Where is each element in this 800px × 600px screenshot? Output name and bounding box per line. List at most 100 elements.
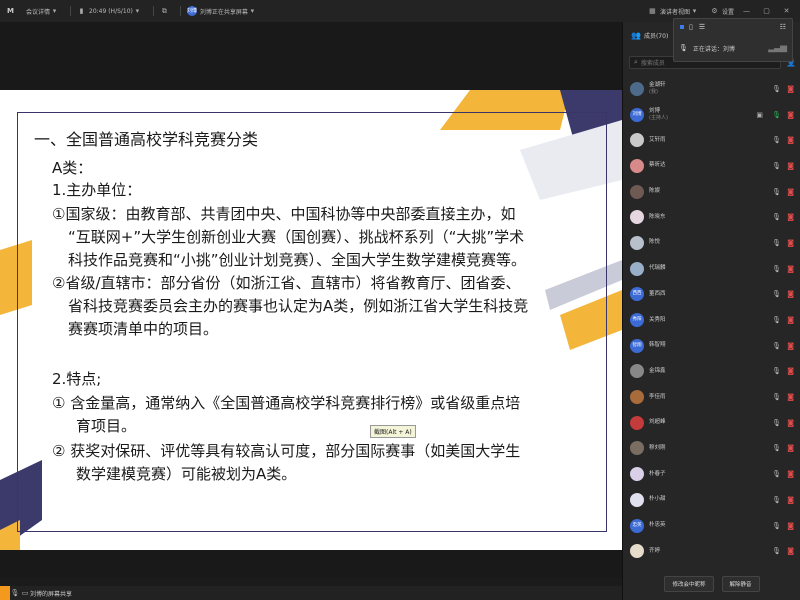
chevron-down-icon: ▾ xyxy=(135,6,140,15)
list-icon[interactable]: ☷ xyxy=(780,23,786,31)
camera-off-icon[interactable]: ◙ xyxy=(787,342,794,350)
camera-off-icon[interactable]: ◙ xyxy=(787,316,794,324)
speaker-view-button[interactable]: ▦ 演讲者视图 ▾ xyxy=(648,7,702,16)
display-icon[interactable]: ▭ xyxy=(20,589,30,597)
unmute-button[interactable]: 解除静音 xyxy=(721,576,760,592)
share-avatar: 刘博 xyxy=(186,6,197,16)
mic-muted-icon[interactable]: 🎙 xyxy=(772,136,781,144)
member-text: 李佳雨 xyxy=(649,394,666,401)
member-row[interactable]: 智翔 韩智翔 🎙 ◙ xyxy=(623,333,800,359)
mic-muted-icon[interactable]: 🎙 xyxy=(772,162,781,170)
menu-icon[interactable]: ☰ xyxy=(699,23,705,31)
camera-off-icon[interactable]: ◙ xyxy=(787,393,794,401)
phone-icon[interactable]: ▯ xyxy=(689,23,693,31)
settings-button[interactable]: ⚙ 设置 xyxy=(710,7,734,16)
avatar xyxy=(630,133,644,148)
meeting-details-button[interactable]: 会议详情 ▾ xyxy=(26,7,62,16)
camera-off-icon[interactable]: ◙ xyxy=(787,444,794,452)
camera-off-icon[interactable]: ◙ xyxy=(787,496,794,504)
close-button[interactable]: ✕ xyxy=(782,7,794,16)
camera-off-icon[interactable]: ◙ xyxy=(787,367,794,375)
member-row[interactable]: 穆刘刚 🎙 ◙ xyxy=(623,436,800,462)
member-row[interactable]: 刘博 刘博 (主持人) ▣ 🎙 ◙ xyxy=(623,102,800,128)
member-row[interactable]: 刘超峰 🎙 ◙ xyxy=(623,410,800,436)
mic-muted-icon[interactable]: 🎙 xyxy=(772,188,781,196)
mic-muted-icon[interactable]: 🎙 xyxy=(772,444,781,452)
minimize-icon: — xyxy=(743,6,750,15)
member-row[interactable]: 蔡昕达 🎙 ◙ xyxy=(623,153,800,179)
member-text: 齐婷 xyxy=(649,548,660,555)
avatar xyxy=(630,235,644,250)
mic-icon[interactable]: 🎙 xyxy=(10,589,20,597)
mic-muted-icon[interactable]: 🎙 xyxy=(772,342,781,350)
member-text: 关秀阳 xyxy=(649,317,666,324)
mic-muted-icon[interactable]: 🎙 xyxy=(772,393,781,401)
member-name: 朴忠英 xyxy=(649,522,666,529)
mic-muted-icon[interactable]: 🎙 xyxy=(772,213,781,221)
member-row[interactable]: 朴小甜 🎙 ◙ xyxy=(623,487,800,513)
member-name: 陈娱 xyxy=(649,188,661,195)
volume-bars-icon: ▂▃▅ xyxy=(768,43,787,53)
camera-off-icon[interactable]: ◙ xyxy=(787,213,794,221)
mic-muted-icon[interactable]: 🎙 xyxy=(772,470,781,478)
camera-off-icon[interactable]: ◙ xyxy=(787,419,794,427)
rename-button[interactable]: 修改会中昵称 xyxy=(664,576,714,592)
avatar: 秀阳 xyxy=(630,313,644,328)
meeting-duration[interactable]: ▮ 20:49 (H/S/10) ▾ xyxy=(77,7,145,16)
mic-muted-icon[interactable]: 🎙 xyxy=(772,265,781,273)
member-row[interactable]: 朴春子 🎙 ◙ xyxy=(623,461,800,487)
mic-muted-icon[interactable]: 🎙 xyxy=(772,367,781,375)
member-text: 刘博 (主持人) xyxy=(649,108,668,121)
member-row[interactable]: 李佳雨 🎙 ◙ xyxy=(623,384,800,410)
camera-off-icon[interactable]: ◙ xyxy=(787,188,794,196)
member-row[interactable]: 忠英 朴忠英 🎙 ◙ xyxy=(623,513,800,539)
member-name: 陈晓东 xyxy=(649,213,666,220)
mic-muted-icon[interactable]: 🎙 xyxy=(772,85,781,93)
camera-off-icon[interactable]: ◙ xyxy=(787,470,794,478)
member-row[interactable]: 陈悦 🎙 ◙ xyxy=(623,230,800,256)
avatar xyxy=(630,415,644,430)
camera-off-icon[interactable]: ◙ xyxy=(787,522,794,530)
camera-off-icon[interactable]: ◙ xyxy=(787,111,794,119)
member-row[interactable]: 艾轩雨 🎙 ◙ xyxy=(623,127,800,153)
avatar: 忠英 xyxy=(630,518,644,533)
member-row[interactable]: 金锦鑫 🎙 ◙ xyxy=(623,359,800,385)
popout-button[interactable]: ⧉ xyxy=(160,7,172,16)
member-row[interactable]: 代瑞麟 🎙 ◙ xyxy=(623,256,800,282)
speaking-label: 正在讲话：刘博 xyxy=(692,45,735,53)
camera-off-icon[interactable]: ◙ xyxy=(787,162,794,170)
mic-muted-icon[interactable]: 🎙 xyxy=(772,522,781,530)
member-text: 陈悦 xyxy=(649,239,660,246)
member-name: 董西西 xyxy=(649,290,666,297)
member-search-placeholder: 搜索成员 xyxy=(640,60,665,67)
member-row[interactable]: 陈娱 🎙 ◙ xyxy=(623,179,800,205)
camera-off-icon[interactable]: ◙ xyxy=(787,547,794,555)
mic-muted-icon[interactable]: 🎙 xyxy=(772,419,781,427)
camera-off-icon[interactable]: ◙ xyxy=(787,290,794,298)
member-row[interactable]: 西西 董西西 🎙 ◙ xyxy=(623,282,800,308)
member-text: 朴小甜 xyxy=(649,496,666,503)
mic-muted-icon[interactable]: 🎙 xyxy=(772,239,781,247)
member-list: 金湖轩 (我) 🎙 ◙ 刘博 刘博 (主持人) ▣ 🎙 ◙ 艾轩雨 🎙 ◙ 蔡昕达 🎙 ◙ 陈娱 🎙 ◙ 陈晓东 🎙 ◙ 陈… xyxy=(623,76,800,564)
mic-on-icon[interactable]: 🎙 xyxy=(772,111,781,119)
mic-muted-icon[interactable]: 🎙 xyxy=(772,547,781,555)
camera-off-icon[interactable]: ◙ xyxy=(787,136,794,144)
maximize-icon: ▢ xyxy=(763,6,770,15)
camera-off-icon[interactable]: ◙ xyxy=(787,85,794,93)
members-footer: 修改会中昵称 解除静音 xyxy=(623,572,800,596)
member-row[interactable]: 金湖轩 (我) 🎙 ◙ xyxy=(623,76,800,102)
member-row[interactable]: 陈晓东 🎙 ◙ xyxy=(623,204,800,230)
minimize-button[interactable]: — xyxy=(742,7,754,16)
mic-muted-icon[interactable]: 🎙 xyxy=(772,290,781,298)
mic-muted-icon[interactable]: 🎙 xyxy=(772,496,781,504)
maximize-button[interactable]: ▢ xyxy=(762,7,774,16)
share-status[interactable]: 刘博 刘博正在共享屏幕 ▾ xyxy=(186,6,260,16)
member-text: 刘超峰 xyxy=(649,419,666,426)
member-row[interactable]: 秀阳 关秀阳 🎙 ◙ xyxy=(623,307,800,333)
close-icon: ✕ xyxy=(783,6,790,15)
mic-muted-icon[interactable]: 🎙 xyxy=(772,316,781,324)
layout-icon: ▦ xyxy=(649,6,656,15)
camera-off-icon[interactable]: ◙ xyxy=(787,265,794,273)
camera-off-icon[interactable]: ◙ xyxy=(787,239,794,247)
member-row[interactable]: 齐婷 🎙 ◙ xyxy=(623,538,800,564)
